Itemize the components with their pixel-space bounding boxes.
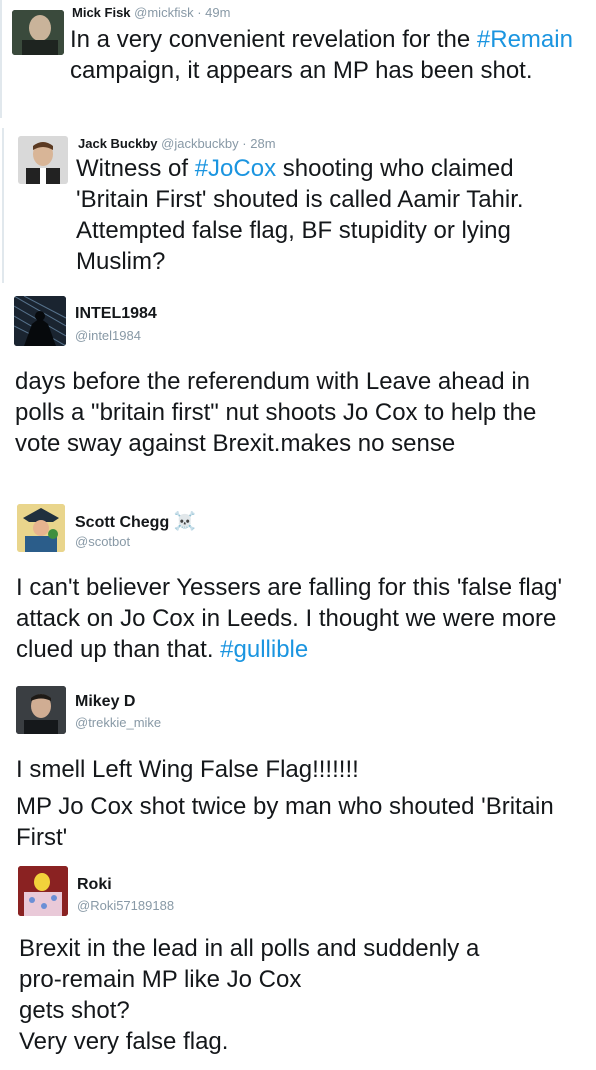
tweet-text-quote: MP Jo Cox shot twice by man who shouted … — [16, 793, 554, 851]
username[interactable]: @mickfisk — [134, 5, 193, 20]
skull-crossbones-icon: ☠️ — [173, 511, 197, 531]
tweet-text-line-1: Brexit in the lead in all polls and sudd… — [19, 935, 480, 962]
username[interactable]: @Roki57189188 — [77, 898, 174, 913]
tweet-text: In a very convenient revelation for the … — [70, 24, 580, 86]
avatar[interactable] — [16, 686, 66, 734]
username[interactable]: @trekkie_mike — [75, 715, 161, 730]
avatar[interactable] — [18, 136, 68, 184]
tweet-thread-line — [0, 0, 2, 118]
tweet-text-line-2: pro-remain MP like Jo Cox — [19, 966, 302, 993]
tweet-text: Witness of #JoCox shooting who claimed '… — [76, 153, 576, 277]
tweet-text-line-4: Very very false flag. — [19, 1028, 229, 1055]
tweet-text: I can't believer Yessers are falling for… — [16, 572, 576, 665]
username[interactable]: @scotbot — [75, 534, 130, 549]
hashtag-link[interactable]: #gullible — [220, 636, 308, 663]
timestamp[interactable]: 49m — [205, 5, 230, 20]
tweet-text-line-3: gets shot? — [19, 997, 130, 1024]
avatar[interactable] — [18, 866, 68, 916]
tweet-text-part: Witness of — [76, 155, 195, 182]
hashtag-link[interactable]: #Remain — [477, 26, 573, 53]
tweet-text-part: In a very convenient revelation for the — [70, 26, 477, 53]
tweet-text-part: campaign, it appears an MP has been shot… — [70, 57, 533, 84]
display-name[interactable]: Jack Buckby — [78, 136, 158, 151]
avatar[interactable] — [17, 504, 65, 552]
display-name[interactable]: Roki — [77, 876, 112, 893]
separator: · — [242, 136, 247, 151]
hashtag-link[interactable]: #JoCox — [195, 155, 276, 182]
avatar[interactable] — [12, 10, 64, 55]
tweet-thread-line — [2, 128, 4, 283]
username[interactable]: @jackbuckby — [161, 136, 239, 151]
display-name[interactable]: Mick Fisk — [72, 5, 131, 20]
avatar[interactable] — [14, 296, 66, 346]
tweet-text-line-1: I smell Left Wing False Flag!!!!!!! — [16, 756, 359, 783]
timestamp[interactable]: 28m — [250, 136, 275, 151]
display-name[interactable]: Mikey D — [75, 693, 135, 710]
separator: · — [197, 5, 202, 20]
tweet-text: days before the referendum with Leave ah… — [15, 368, 537, 457]
username[interactable]: @intel1984 — [75, 328, 141, 343]
display-name[interactable]: INTEL1984 — [75, 305, 157, 322]
display-name[interactable]: Scott Chegg — [75, 514, 169, 531]
